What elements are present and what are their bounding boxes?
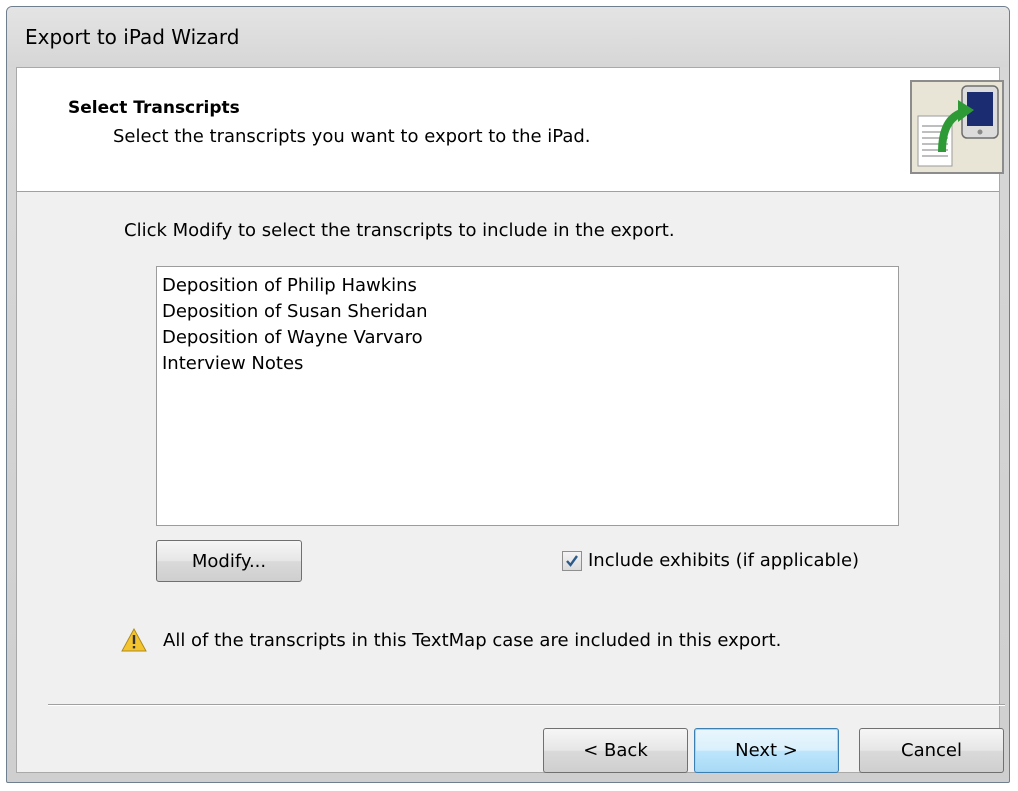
cancel-button[interactable]: Cancel [859, 728, 1004, 773]
list-item[interactable]: Deposition of Susan Sheridan [162, 299, 893, 325]
list-item[interactable]: Deposition of Wayne Varvaro [162, 325, 893, 351]
title-bar[interactable]: Export to iPad Wizard [7, 7, 1009, 67]
footer-divider [48, 704, 1005, 706]
transcripts-list[interactable]: Deposition of Philip Hawkins Deposition … [156, 266, 899, 526]
include-exhibits-checkbox[interactable] [562, 550, 582, 571]
list-item[interactable]: Deposition of Philip Hawkins [162, 273, 893, 299]
modify-button[interactable]: Modify... [156, 540, 302, 582]
warning-message: All of the transcripts in this TextMap c… [121, 628, 781, 652]
next-button[interactable]: Next > [694, 728, 839, 773]
instruction-text: Click Modify to select the transcripts t… [124, 220, 675, 241]
wizard-window: Export to iPad Wizard Select Transcripts… [6, 6, 1010, 783]
window-title: Export to iPad Wizard [25, 25, 240, 49]
page-title: Select Transcripts [68, 98, 240, 118]
back-button[interactable]: < Back [543, 728, 688, 773]
wizard-client-area: Select Transcripts Select the transcript… [16, 67, 1005, 773]
warning-text: All of the transcripts in this TextMap c… [163, 629, 782, 651]
export-to-ipad-icon [910, 80, 1004, 174]
checkmark-icon [566, 554, 578, 567]
include-exhibits-option[interactable]: Include exhibits (if applicable) [562, 550, 859, 571]
include-exhibits-label[interactable]: Include exhibits (if applicable) [588, 550, 859, 571]
list-item[interactable]: Interview Notes [162, 351, 893, 377]
wizard-header: Select Transcripts Select the transcript… [17, 68, 1004, 192]
warning-icon [121, 628, 147, 652]
page-subtitle: Select the transcripts you want to expor… [113, 126, 591, 147]
